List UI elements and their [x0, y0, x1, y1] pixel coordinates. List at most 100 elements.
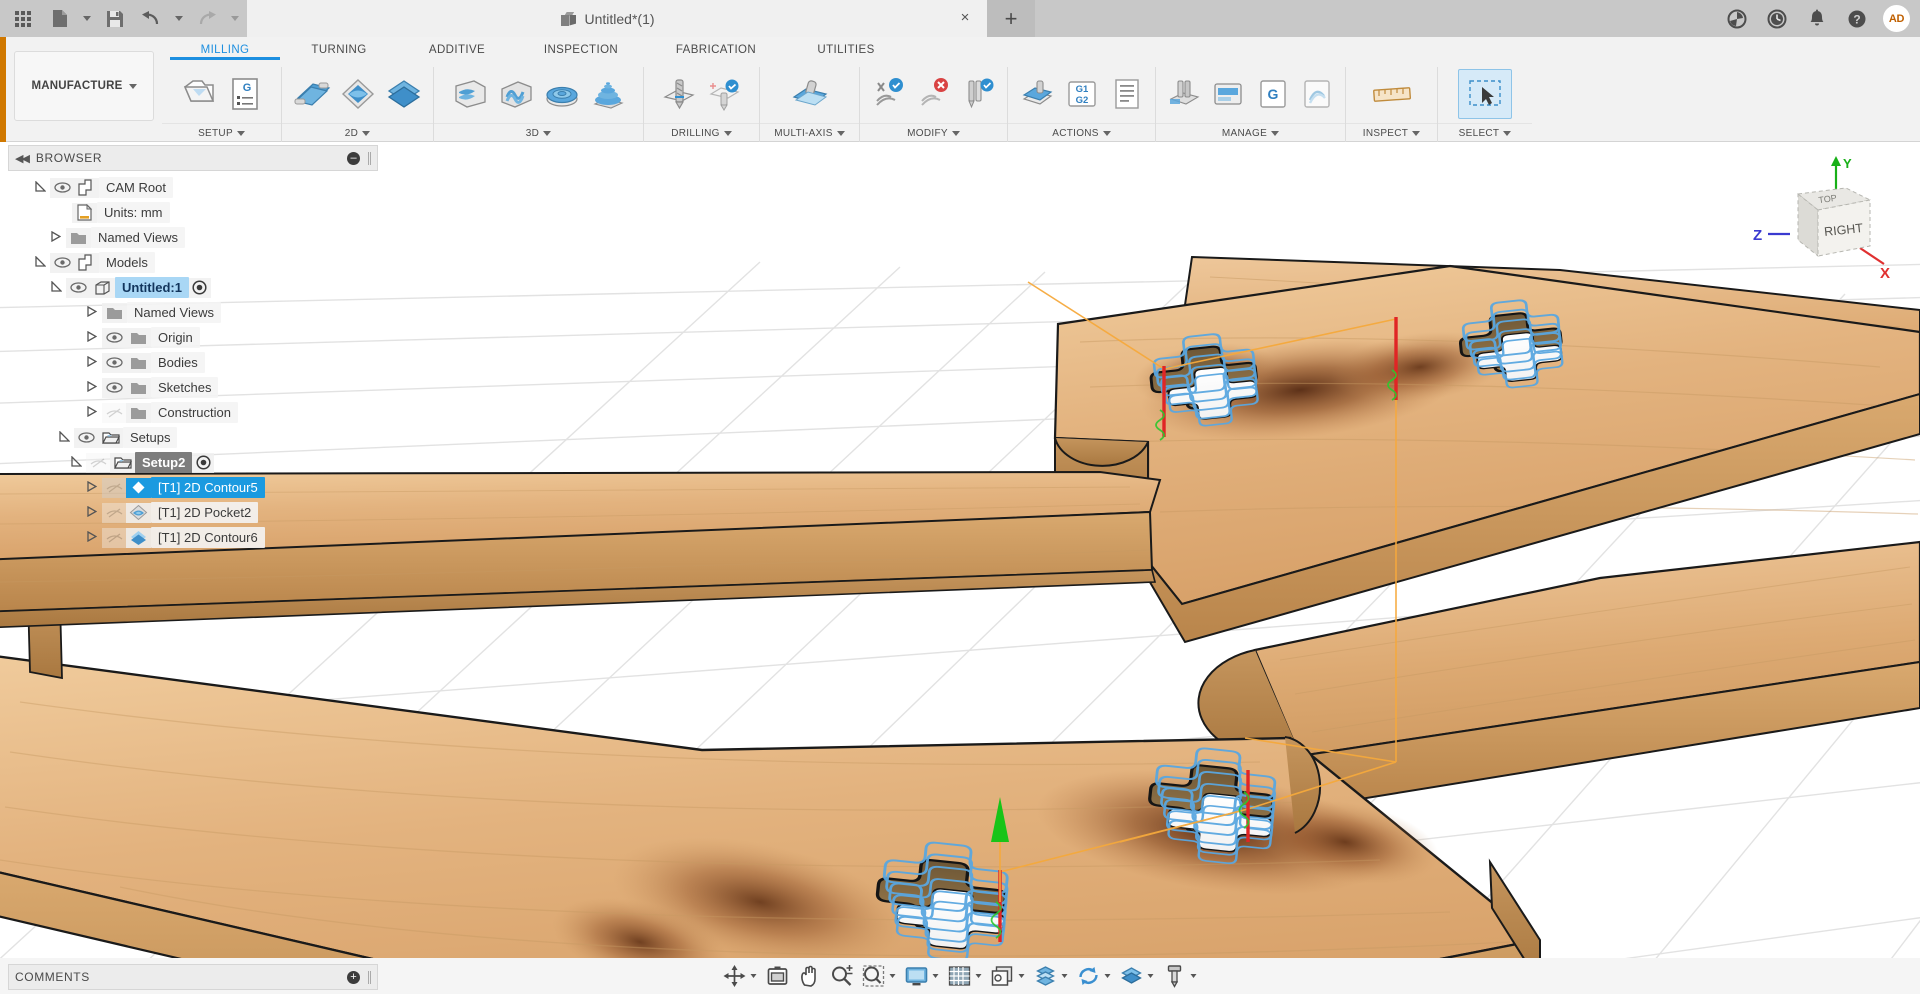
setup-sheet-icon[interactable] — [1104, 69, 1149, 119]
machine-library-icon[interactable] — [1162, 69, 1206, 119]
simulation-icon[interactable] — [1295, 69, 1339, 119]
tree-row-sketches[interactable]: Sketches — [8, 375, 378, 400]
tree-row-2d-contour6[interactable]: [T1] 2D Contour6 — [8, 525, 378, 550]
look-at-icon[interactable] — [762, 959, 794, 993]
tree-row-units[interactable]: Units: mm — [8, 200, 378, 225]
visibility-eye-off-icon[interactable] — [102, 527, 126, 548]
toolpath-display-icon[interactable] — [1116, 959, 1159, 993]
avatar[interactable]: AD — [1883, 5, 1910, 32]
visibility-eye-icon[interactable] — [50, 177, 74, 198]
tree-row-construction[interactable]: Construction — [8, 400, 378, 425]
tree-label-construction[interactable]: Construction — [151, 402, 238, 423]
tree-row-2d-pocket2[interactable]: [T1] 2D Pocket2 — [8, 500, 378, 525]
panel-actions-label[interactable]: ACTIONS — [1008, 123, 1155, 142]
tree-row-setups[interactable]: Setups — [8, 425, 378, 450]
redo-dropdown-icon[interactable] — [226, 4, 244, 34]
redo-icon[interactable] — [190, 4, 224, 34]
visibility-eye-icon[interactable] — [102, 377, 126, 398]
tree-label-named-views-component[interactable]: Named Views — [127, 302, 221, 323]
job-status-icon[interactable] — [1719, 0, 1755, 37]
twisty-closed-icon[interactable] — [82, 480, 102, 495]
parallel-icon[interactable] — [493, 69, 539, 119]
twisty-closed-icon[interactable] — [82, 530, 102, 545]
edit-toolpath-icon[interactable] — [866, 69, 911, 119]
twisty-closed-icon[interactable] — [46, 230, 66, 245]
tree-label-2d-contour5[interactable]: [T1] 2D Contour5 — [151, 477, 265, 498]
tree-label-units[interactable]: Units: mm — [97, 202, 170, 223]
twisty-closed-icon[interactable] — [82, 305, 102, 320]
swarf-icon[interactable] — [783, 69, 837, 119]
twisty-open-icon[interactable] — [46, 279, 66, 295]
panel-inspect-label[interactable]: INSPECT — [1346, 123, 1437, 142]
twisty-open-icon[interactable] — [30, 179, 50, 195]
tab-milling[interactable]: MILLING — [170, 40, 280, 60]
twisty-open-icon[interactable] — [66, 454, 86, 470]
measure-icon[interactable] — [1365, 69, 1419, 119]
twisty-closed-icon[interactable] — [82, 380, 102, 395]
activate-component-icon[interactable] — [188, 277, 211, 298]
tree-label-setup2[interactable]: Setup2 — [135, 452, 193, 473]
visibility-eye-off-icon[interactable] — [102, 477, 126, 498]
grid-snaps-icon[interactable] — [944, 959, 987, 993]
tool-library-icon[interactable] — [956, 69, 1001, 119]
twisty-closed-icon[interactable] — [82, 405, 102, 420]
new-tab-button[interactable]: + — [987, 0, 1035, 37]
visibility-eye-icon[interactable] — [102, 352, 126, 373]
tab-inspection[interactable]: INSPECTION — [516, 40, 646, 56]
tree-label-models[interactable]: Models — [99, 252, 155, 273]
g1-g2-post-icon[interactable]: G1 G2 — [1059, 69, 1104, 119]
tab-additive[interactable]: ADDITIVE — [398, 40, 516, 56]
undo-icon[interactable] — [134, 4, 168, 34]
adaptive-clearing-icon[interactable] — [447, 69, 493, 119]
tree-row-bodies[interactable]: Bodies — [8, 350, 378, 375]
viewports-icon[interactable] — [987, 959, 1030, 993]
visibility-eye-icon[interactable] — [102, 327, 126, 348]
new-setup-icon[interactable] — [176, 69, 222, 119]
tree-row-cam-root[interactable]: CAM Root — [8, 175, 378, 200]
panel-drilling-label[interactable]: DRILLING — [644, 123, 759, 142]
tree-label-untitled-1[interactable]: Untitled:1 — [115, 277, 189, 298]
panel-2d-label[interactable]: 2D — [282, 123, 433, 142]
notifications-bell-icon[interactable] — [1799, 0, 1835, 37]
refresh-toolpath-icon[interactable] — [1073, 959, 1116, 993]
visibility-eye-icon[interactable] — [50, 252, 74, 273]
pan-icon[interactable] — [794, 959, 826, 993]
visibility-eye-off-icon[interactable] — [86, 452, 110, 473]
visibility-eye-icon[interactable] — [74, 427, 98, 448]
resize-grip-icon[interactable] — [368, 151, 371, 165]
tool-library-manage-icon[interactable] — [1206, 69, 1250, 119]
tree-label-sketches[interactable]: Sketches — [151, 377, 219, 398]
tab-utilities[interactable]: UTILITIES — [786, 40, 906, 56]
tree-row-setup2[interactable]: Setup2 — [8, 450, 378, 475]
tree-label-bodies[interactable]: Bodies — [151, 352, 205, 373]
delete-toolpath-icon[interactable] — [911, 69, 956, 119]
panel-manage-label[interactable]: MANAGE — [1156, 123, 1345, 142]
tree-label-setups[interactable]: Setups — [123, 427, 178, 448]
face-icon[interactable] — [289, 69, 335, 119]
twisty-open-icon[interactable] — [30, 254, 50, 270]
tab-turning[interactable]: TURNING — [280, 40, 398, 56]
apps-grid-icon[interactable] — [6, 4, 40, 34]
tree-row-origin[interactable]: Origin — [8, 325, 378, 350]
generate-icon[interactable]: G — [1251, 69, 1295, 119]
recent-activity-icon[interactable] — [1759, 0, 1795, 37]
help-icon[interactable]: ? — [1839, 0, 1875, 37]
tree-label-named-views-root[interactable]: Named Views — [91, 227, 185, 248]
visibility-eye-off-icon[interactable] — [102, 402, 126, 423]
tree-label-2d-pocket2[interactable]: [T1] 2D Pocket2 — [151, 502, 259, 523]
tree-row-named-views-component[interactable]: Named Views — [8, 300, 378, 325]
simulate-icon[interactable] — [1014, 69, 1059, 119]
post-process-icon[interactable]: G — [222, 69, 268, 119]
tree-label-cam-root[interactable]: CAM Root — [99, 177, 173, 198]
bore-icon[interactable] — [702, 69, 748, 119]
panel-modify-label[interactable]: MODIFY — [860, 123, 1007, 142]
workspace-switcher[interactable]: MANUFACTURE — [14, 51, 154, 121]
select-cursor-icon[interactable] — [1458, 69, 1512, 119]
drill-icon[interactable] — [656, 69, 702, 119]
new-file-icon[interactable] — [42, 4, 76, 34]
save-icon[interactable] — [98, 4, 132, 34]
view-cube[interactable]: Y X Z TOP RIGHT — [1748, 152, 1898, 292]
tool-visibility-icon[interactable] — [1159, 959, 1202, 993]
new-file-dropdown-icon[interactable] — [78, 4, 96, 34]
visibility-eye-icon[interactable] — [66, 277, 90, 298]
